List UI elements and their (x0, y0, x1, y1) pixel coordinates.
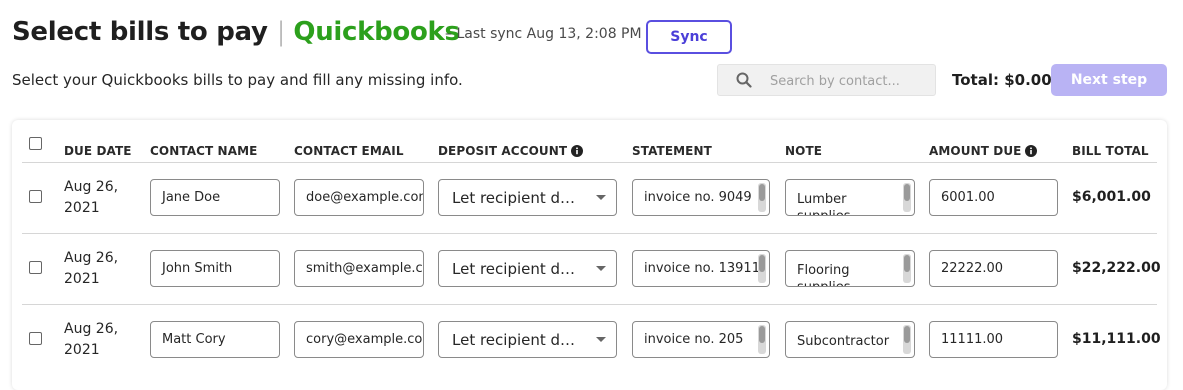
header-amount-due: AMOUNT DUE (929, 144, 1038, 158)
page-subtitle: Select your Quickbooks bills to pay and … (12, 71, 463, 89)
header-contact-email: CONTACT EMAIL (294, 144, 404, 158)
integration-name: Quickbooks (293, 17, 460, 47)
deposit-account-value: Let recipient decide (452, 259, 582, 278)
due-date-year: 2021 (64, 342, 100, 358)
due-date: Aug 26, 2021 (64, 177, 118, 219)
statement-input[interactable]: invoice no. 9049 (632, 179, 770, 216)
deposit-account-select[interactable]: Let recipient decide (438, 250, 617, 287)
note-textarea[interactable]: Flooring supplies (785, 250, 915, 287)
row-divider (22, 304, 1157, 305)
header-statement: STATEMENT (632, 144, 712, 158)
title-separator: | (276, 17, 286, 47)
header-deposit-account: DEPOSIT ACCOUNT (438, 144, 584, 158)
page-header: Select bills to pay | Quickbooks (12, 14, 460, 50)
row-checkbox[interactable] (29, 332, 42, 345)
total-amount: Total: $0.00 (952, 71, 1052, 89)
header-deposit-account-label: DEPOSIT ACCOUNT (438, 144, 568, 158)
statement-value: invoice no. 13911 (644, 261, 760, 276)
scrollbar[interactable] (758, 325, 766, 354)
bill-total: $11,111.00 (1072, 331, 1161, 347)
amount-due-input[interactable]: 22222.00 (929, 250, 1058, 287)
note-textarea[interactable]: Subcontractor (785, 321, 915, 358)
header-note: NOTE (785, 144, 823, 158)
last-sync-text: – Last sync Aug 13, 2:08 PM (445, 26, 642, 42)
deposit-account-select[interactable]: Let recipient decide (438, 321, 617, 358)
chevron-down-icon (596, 266, 606, 271)
header-due-date: DUE DATE (64, 144, 132, 158)
due-date-year: 2021 (64, 271, 100, 287)
chevron-down-icon (596, 195, 606, 200)
contact-email-input[interactable]: doe@example.com (294, 179, 424, 216)
contact-email-input[interactable]: cory@example.com (294, 321, 424, 358)
row-checkbox[interactable] (29, 261, 42, 274)
due-date-line: Aug 26, (64, 250, 119, 266)
amount-due-input[interactable]: 6001.00 (929, 179, 1058, 216)
chevron-down-icon (596, 337, 606, 342)
row-checkbox[interactable] (29, 190, 42, 203)
statement-value: invoice no. 9049 (644, 190, 752, 205)
row-divider (22, 162, 1157, 163)
bill-total: $22,222.00 (1072, 260, 1161, 276)
search-input[interactable] (768, 71, 932, 91)
header-contact-name: CONTACT NAME (150, 144, 258, 158)
header-amount-due-label: AMOUNT DUE (929, 144, 1022, 158)
contact-name-input[interactable]: Matt Cory (150, 321, 280, 358)
info-icon[interactable] (571, 145, 584, 157)
note-value: Subcontractor (797, 334, 890, 349)
search-icon (736, 72, 752, 88)
scrollbar[interactable] (758, 254, 766, 283)
due-date-year: 2021 (64, 200, 100, 216)
amount-due-input[interactable]: 11111.00 (929, 321, 1058, 358)
contact-email-input[interactable]: smith@example.com (294, 250, 424, 287)
note-value: Flooring supplies (797, 263, 851, 286)
info-icon[interactable] (1025, 145, 1038, 157)
deposit-account-value: Let recipient decide (452, 188, 582, 207)
header-bill-total: BILL TOTAL (1072, 144, 1149, 158)
contact-name-input[interactable]: Jane Doe (150, 179, 280, 216)
scrollbar[interactable] (903, 254, 911, 283)
scrollbar[interactable] (758, 183, 766, 212)
statement-input[interactable]: invoice no. 13911 (632, 250, 770, 287)
row-divider (22, 233, 1157, 234)
due-date-line: Aug 26, (64, 321, 119, 337)
contact-name-input[interactable]: John Smith (150, 250, 280, 287)
select-all-checkbox[interactable] (29, 137, 42, 150)
due-date-line: Aug 26, (64, 179, 119, 195)
due-date: Aug 26, 2021 (64, 319, 118, 361)
due-date: Aug 26, 2021 (64, 248, 118, 290)
statement-value: invoice no. 205 (644, 332, 744, 347)
bill-total: $6,001.00 (1072, 189, 1151, 205)
note-textarea[interactable]: Lumber supplies (785, 179, 915, 216)
search-box[interactable] (717, 64, 936, 96)
scrollbar[interactable] (903, 325, 911, 354)
page-title: Select bills to pay (12, 17, 268, 47)
deposit-account-value: Let recipient decide (452, 330, 582, 349)
bills-table: DUE DATE CONTACT NAME CONTACT EMAIL DEPO… (12, 120, 1167, 390)
scrollbar[interactable] (903, 183, 911, 212)
note-value: Lumber supplies (797, 192, 851, 215)
sync-button[interactable]: Sync (646, 20, 732, 54)
next-step-button[interactable]: Next step (1051, 64, 1167, 96)
statement-input[interactable]: invoice no. 205 (632, 321, 770, 358)
deposit-account-select[interactable]: Let recipient decide (438, 179, 617, 216)
